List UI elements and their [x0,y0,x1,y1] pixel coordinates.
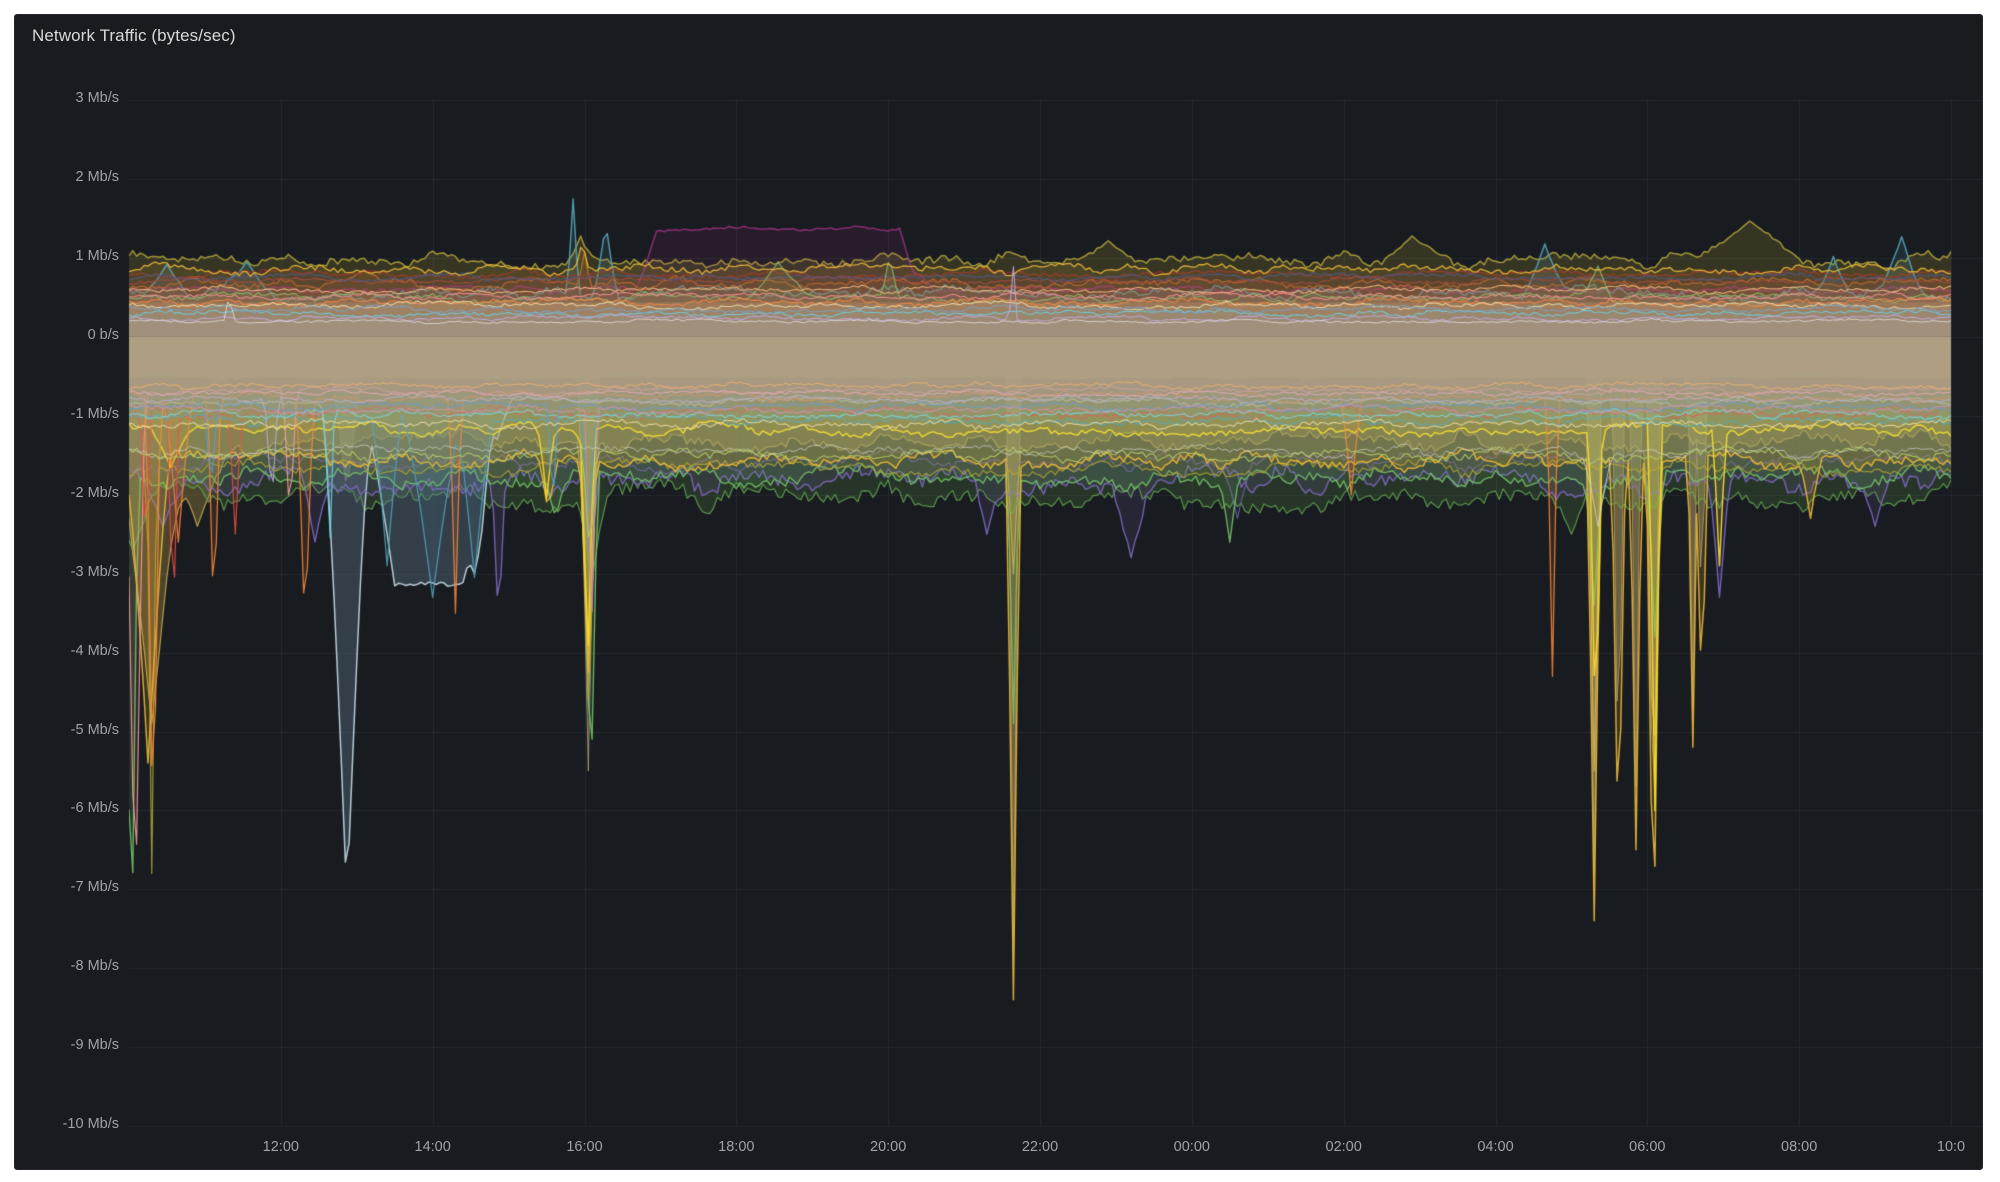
x-tick-label: 00:00 [1152,1139,1232,1155]
y-tick-label: -2 Mb/s [15,485,119,501]
x-tick-label: 12:00 [241,1139,321,1155]
x-tick-label: 04:00 [1456,1139,1536,1155]
page: Network Traffic (bytes/sec) 3 Mb/s2 Mb/s… [0,0,2000,1182]
x-tick-label: 18:00 [696,1139,776,1155]
network-traffic-chart[interactable] [15,15,1982,1169]
x-tick-label: 02:00 [1304,1139,1384,1155]
y-tick-label: -8 Mb/s [15,958,119,974]
graph-panel: Network Traffic (bytes/sec) 3 Mb/s2 Mb/s… [14,14,1983,1170]
x-tick-label: 06:00 [1607,1139,1687,1155]
y-tick-label: 0 b/s [15,327,119,343]
x-tick-label: 20:00 [848,1139,928,1155]
x-tick-label: 22:00 [1000,1139,1080,1155]
y-tick-label: 2 Mb/s [15,169,119,185]
x-tick-label: 10:0 [1911,1139,1983,1155]
y-tick-label: -5 Mb/s [15,722,119,738]
y-tick-label: -7 Mb/s [15,879,119,895]
x-tick-label: 08:00 [1759,1139,1839,1155]
y-tick-label: -1 Mb/s [15,406,119,422]
y-tick-label: -10 Mb/s [15,1116,119,1132]
x-tick-label: 14:00 [393,1139,473,1155]
y-tick-label: 3 Mb/s [15,90,119,106]
y-tick-label: 1 Mb/s [15,248,119,264]
y-tick-label: -4 Mb/s [15,643,119,659]
y-tick-label: -9 Mb/s [15,1037,119,1053]
y-tick-label: -3 Mb/s [15,564,119,580]
x-tick-label: 16:00 [545,1139,625,1155]
y-tick-label: -6 Mb/s [15,800,119,816]
